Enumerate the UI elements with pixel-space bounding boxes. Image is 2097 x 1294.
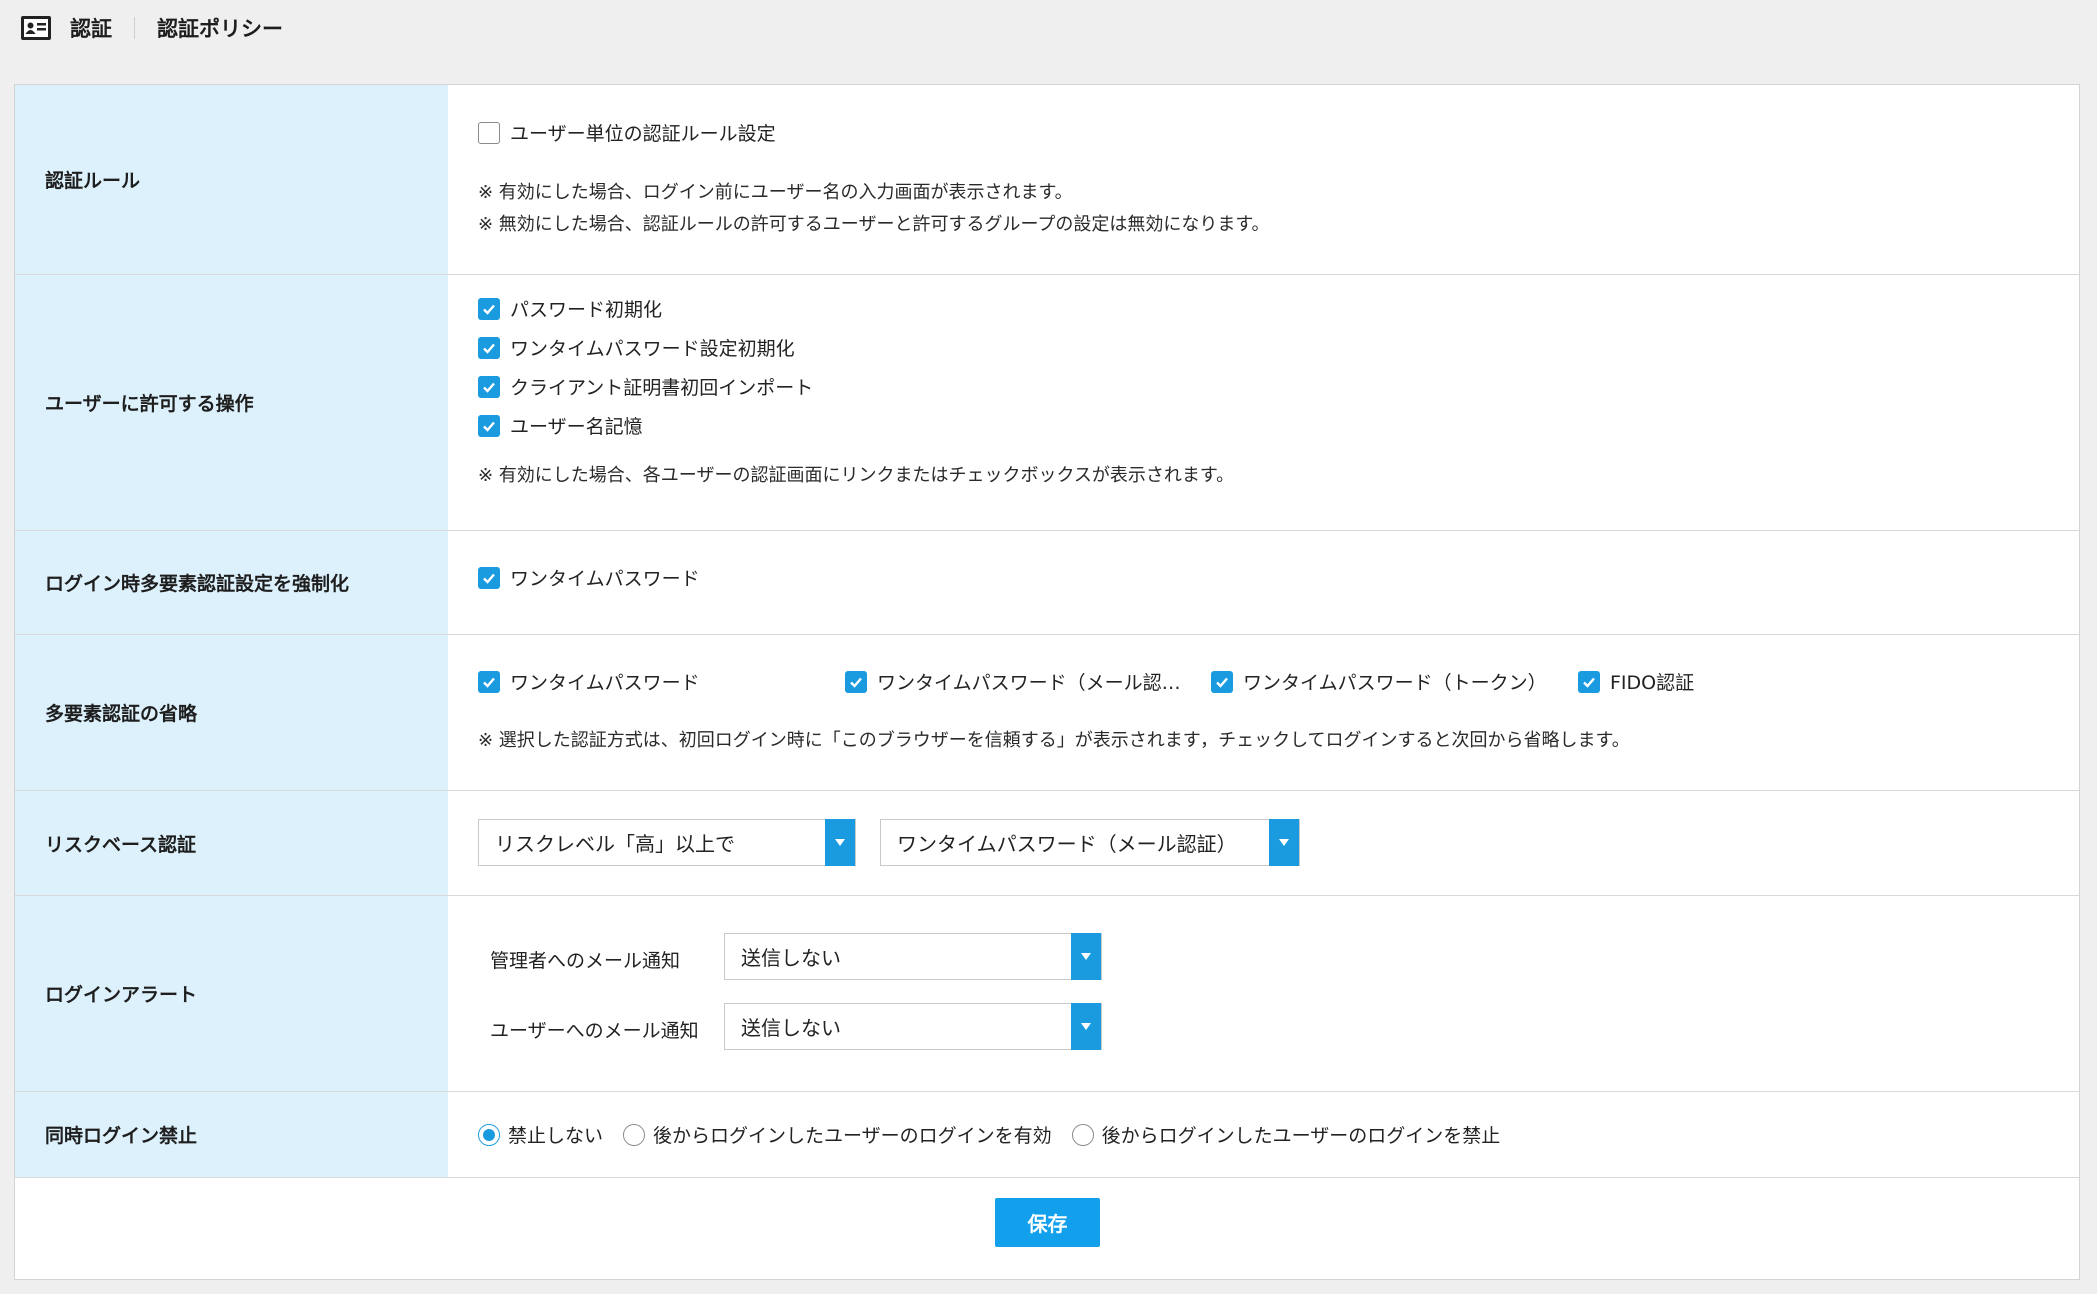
risk-method-select[interactable]: ワンタイムパスワード（メール認証） (880, 819, 1300, 866)
checkbox-label: ワンタイムパスワード (510, 568, 700, 590)
radio-icon[interactable] (1071, 1123, 1094, 1146)
row-label: ログイン時多要素認証設定を強制化 (15, 531, 448, 634)
row-label: 同時ログイン禁止 (15, 1092, 448, 1177)
checkbox-checked-icon[interactable] (478, 375, 500, 398)
radio-selected-icon[interactable] (478, 1123, 500, 1146)
dropdown-arrow-icon[interactable] (825, 819, 855, 866)
checkbox-label: ワンタイムパスワード設定初期化 (510, 338, 795, 360)
user-notify-select[interactable]: 送信しない (724, 1003, 1102, 1050)
radio-label: 後からログインしたユーザーのログインを有効 (653, 1125, 1052, 1147)
note-text: ※ 選択した認証方式は、初回ログイン時に「このブラウザーを信頼する」が表示されま… (478, 730, 1630, 751)
id-card-icon (21, 16, 51, 40)
admin-notify-label: 管理者へのメール通知 (490, 950, 681, 972)
radio-label: 後からログインしたユーザーのログインを禁止 (1101, 1125, 1501, 1147)
checkbox-label: FIDO認証 (1610, 672, 1695, 694)
radio-label: 禁止しない (508, 1125, 604, 1147)
row-content: ワンタイムパスワード (448, 531, 2079, 634)
user-notify-label: ユーザーへのメール通知 (490, 1020, 699, 1042)
select-value: ワンタイムパスワード（メール認証） (897, 832, 1237, 856)
option-remember-username[interactable]: ユーザー名記憶 (478, 406, 813, 445)
radio-no-restrict[interactable]: 禁止しない (478, 1121, 603, 1148)
checkbox-checked-icon[interactable] (478, 566, 500, 589)
row-mfa-skip: 多要素認証の省略 ワンタイムパスワード ワンタイムパスワード（メール認… ワンタ… (15, 635, 2079, 791)
dropdown-arrow-icon[interactable] (1071, 933, 1101, 980)
checkbox-checked-icon[interactable] (845, 670, 867, 693)
row-label: ログインアラート (15, 896, 448, 1091)
breadcrumb-policy: 認証ポリシー (157, 17, 283, 41)
note-text: ※ 有効にした場合、各ユーザーの認証画面にリンクまたはチェックボックスが表示され… (478, 465, 1235, 486)
row-login-alert: ログインアラート 管理者へのメール通知 送信しない ユーザーへのメール通知 送信… (15, 896, 2079, 1092)
row-concurrent-login: 同時ログイン禁止 禁止しない 後からログインしたユーザーのログインを有効 後から… (15, 1092, 2079, 1178)
radio-deny-later[interactable]: 後からログインしたユーザーのログインを禁止 (1071, 1121, 1501, 1148)
checkbox-checked-icon[interactable] (478, 670, 500, 693)
admin-notify-select[interactable]: 送信しない (724, 933, 1102, 980)
radio-allow-later[interactable]: 後からログインしたユーザーのログインを有効 (623, 1121, 1052, 1148)
policy-panel: 認証ルール ユーザー単位の認証ルール設定 ※ 有効にした場合、ログイン前にユーザ… (14, 84, 2080, 1280)
row-mfa-force: ログイン時多要素認証設定を強制化 ワンタイムパスワード (15, 531, 2079, 635)
row-label: ユーザーに許可する操作 (15, 275, 448, 530)
per-user-rule-checkbox[interactable]: ユーザー単位の認証ルール設定 (478, 113, 776, 152)
checkbox-checked-icon[interactable] (1211, 670, 1233, 693)
row-content: 禁止しない 後からログインしたユーザーのログインを有効 後からログインしたユーザ… (448, 1092, 2079, 1177)
checkbox-checked-icon[interactable] (478, 336, 500, 359)
dropdown-arrow-icon[interactable] (1269, 819, 1299, 866)
risk-level-select[interactable]: リスクレベル「高」以上で (478, 819, 856, 866)
breadcrumb-separator (134, 17, 135, 39)
breadcrumb-auth[interactable]: 認証 (70, 13, 112, 43)
checkbox-checked-icon[interactable] (1578, 670, 1600, 693)
save-area: 保存 (15, 1178, 2079, 1285)
checkbox-label: ワンタイムパスワード（メール認… (877, 672, 1181, 694)
page-header: 認証 認証ポリシー (0, 0, 2097, 56)
row-content: ユーザー単位の認証ルール設定 ※ 有効にした場合、ログイン前にユーザー名の入力画… (448, 85, 2079, 274)
row-content: リスクレベル「高」以上で ワンタイムパスワード（メール認証） (448, 791, 2079, 895)
note-text: ※ 有効にした場合、ログイン前にユーザー名の入力画面が表示されます。 (478, 182, 1073, 203)
select-value: 送信しない (741, 1016, 841, 1040)
checkbox-checked-icon[interactable] (478, 297, 500, 320)
option-skip-otp-mail[interactable]: ワンタイムパスワード（メール認… (845, 662, 1181, 701)
option-password-reset[interactable]: パスワード初期化 (478, 289, 813, 328)
note-block: ※ 有効にした場合、ログイン前にユーザー名の入力画面が表示されます。 ※ 無効に… (478, 177, 1270, 241)
option-skip-fido[interactable]: FIDO認証 (1578, 662, 1694, 701)
row-content: ワンタイムパスワード ワンタイムパスワード（メール認… ワンタイムパスワード（ト… (448, 635, 2079, 790)
checkbox-label: ユーザー単位の認証ルール設定 (510, 123, 776, 145)
select-value: リスクレベル「高」以上で (495, 832, 735, 856)
row-auth-rule: 認証ルール ユーザー単位の認証ルール設定 ※ 有効にした場合、ログイン前にユーザ… (15, 85, 2079, 275)
checkbox-box[interactable] (478, 121, 500, 144)
row-content: パスワード初期化 ワンタイムパスワード設定初期化 クライアント証明書初回インポー… (448, 275, 2079, 530)
checkbox-label: ユーザー名記憶 (510, 416, 643, 438)
checkbox-label: クライアント証明書初回インポート (510, 377, 814, 399)
select-value: 送信しない (741, 946, 841, 970)
row-content: 管理者へのメール通知 送信しない ユーザーへのメール通知 送信しない (448, 896, 2079, 1091)
checkbox-label: ワンタイムパスワード（トークン） (1243, 672, 1547, 694)
checkbox-label: パスワード初期化 (510, 299, 663, 321)
row-label: リスクベース認証 (15, 791, 448, 895)
option-cert-import[interactable]: クライアント証明書初回インポート (478, 367, 813, 406)
concurrent-radio-group: 禁止しない 後からログインしたユーザーのログインを有効 後からログインしたユーザ… (478, 1092, 2079, 1177)
option-skip-otp-token[interactable]: ワンタイムパスワード（トークン） (1211, 662, 1547, 701)
checkbox-checked-icon[interactable] (478, 414, 500, 437)
checkbox-label: ワンタイムパスワード (510, 672, 700, 694)
row-user-ops: ユーザーに許可する操作 パスワード初期化 ワンタイムパスワード設定初期化 クライ… (15, 275, 2079, 531)
option-skip-otp[interactable]: ワンタイムパスワード (478, 662, 700, 701)
note-text: ※ 無効にした場合、認証ルールの許可するユーザーと許可するグループの設定は無効に… (478, 214, 1270, 235)
radio-icon[interactable] (623, 1123, 646, 1146)
dropdown-arrow-icon[interactable] (1071, 1003, 1101, 1050)
save-button[interactable]: 保存 (995, 1198, 1100, 1247)
option-force-otp[interactable]: ワンタイムパスワード (478, 558, 700, 597)
row-label: 多要素認証の省略 (15, 635, 448, 790)
row-label: 認証ルール (15, 85, 448, 274)
row-risk-based: リスクベース認証 リスクレベル「高」以上で ワンタイムパスワード（メール認証） (15, 791, 2079, 896)
option-otp-reset[interactable]: ワンタイムパスワード設定初期化 (478, 328, 813, 367)
